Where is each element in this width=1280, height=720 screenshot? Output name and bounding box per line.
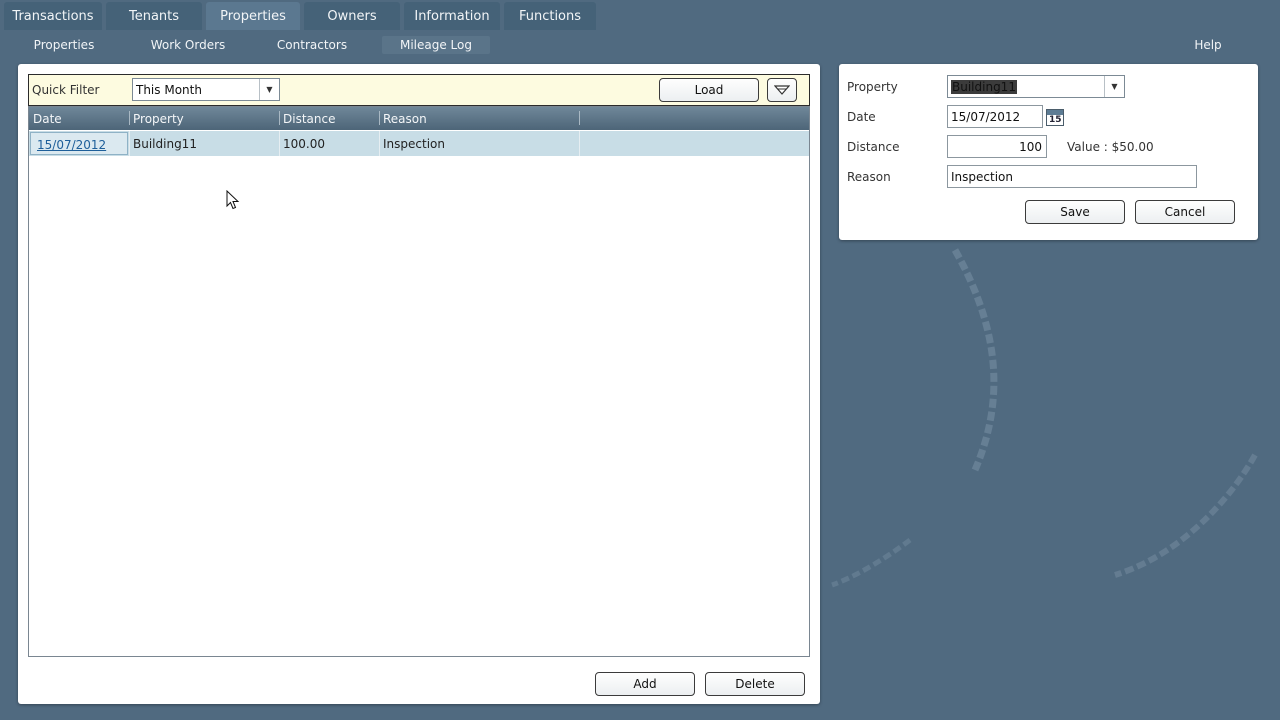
cell-divider [579,131,580,156]
row-distance: 100.00 [283,137,325,151]
sub-navigation: Properties Work Orders Contractors Milea… [0,32,1280,58]
date-label: Date [847,110,876,124]
row-date-link[interactable]: 15/07/2012 [37,138,106,152]
column-divider[interactable] [279,111,280,125]
tab-owners[interactable]: Owners [304,2,400,30]
reason-field[interactable]: Inspection [947,165,1197,188]
column-header-date[interactable]: Date [33,112,62,126]
tab-transactions[interactable]: Transactions [4,2,102,30]
column-divider[interactable] [379,111,380,125]
tab-functions[interactable]: Functions [504,2,596,30]
mouse-cursor-icon [226,190,240,210]
column-header-distance[interactable]: Distance [283,112,335,126]
tab-information[interactable]: Information [404,2,500,30]
delete-button[interactable]: Delete [705,672,805,696]
subnav-mileage-log[interactable]: Mileage Log [382,36,490,54]
reason-label: Reason [847,170,891,184]
calendar-day: 15 [1049,115,1062,125]
calendar-icon[interactable]: 15 [1046,109,1064,126]
distance-value: 100 [1019,140,1042,154]
mileage-grid: Date Property Distance Reason 15/07/2012… [28,106,810,657]
mileage-value-text: Value : $50.00 [1067,140,1154,154]
tab-tenants[interactable]: Tenants [106,2,202,30]
filter-options-button[interactable] [767,78,797,102]
main-tabs: Transactions Tenants Properties Owners I… [4,2,596,30]
quick-filter-select[interactable]: This Month ▼ [132,78,280,101]
row-property: Building11 [133,137,197,151]
column-divider[interactable] [129,111,130,125]
quick-filter-value: This Month [136,83,202,97]
column-header-reason[interactable]: Reason [383,112,427,126]
subnav-work-orders[interactable]: Work Orders [142,36,234,54]
column-header-property[interactable]: Property [133,112,184,126]
property-select[interactable]: Building11 ▼ [947,75,1125,98]
date-value: 15/07/2012 [951,110,1021,124]
grid-header: Date Property Distance Reason [29,107,809,130]
column-divider[interactable] [579,111,580,125]
date-cell[interactable]: 15/07/2012 [30,132,128,155]
table-row[interactable]: 15/07/2012 Building11 100.00 Inspection [29,131,809,156]
cell-divider [279,131,280,156]
chevron-down-icon[interactable]: ▼ [259,79,279,100]
funnel-down-icon [774,85,790,95]
property-label: Property [847,80,898,94]
date-field[interactable]: 15/07/2012 [947,105,1043,128]
quick-filter-bar: Quick Filter This Month ▼ Load [28,74,810,106]
subnav-properties[interactable]: Properties [24,36,104,54]
tab-properties[interactable]: Properties [206,2,300,30]
distance-field[interactable]: 100 [947,135,1047,158]
cell-divider [379,131,380,156]
quick-filter-label: Quick Filter [32,83,100,97]
reason-value: Inspection [951,170,1013,184]
distance-label: Distance [847,140,900,154]
save-button[interactable]: Save [1025,200,1125,224]
mileage-log-panel: Quick Filter This Month ▼ Load Date Prop… [18,64,820,704]
chevron-down-icon[interactable]: ▼ [1104,76,1124,97]
cell-divider [129,131,130,156]
cancel-button[interactable]: Cancel [1135,200,1235,224]
mileage-edit-form: Property Building11 ▼ Date 15/07/2012 15… [839,64,1258,240]
subnav-contractors[interactable]: Contractors [268,36,356,54]
load-button[interactable]: Load [659,78,759,102]
help-link[interactable]: Help [1190,36,1226,54]
row-reason: Inspection [383,137,445,151]
add-button[interactable]: Add [595,672,695,696]
property-value: Building11 [951,80,1017,94]
